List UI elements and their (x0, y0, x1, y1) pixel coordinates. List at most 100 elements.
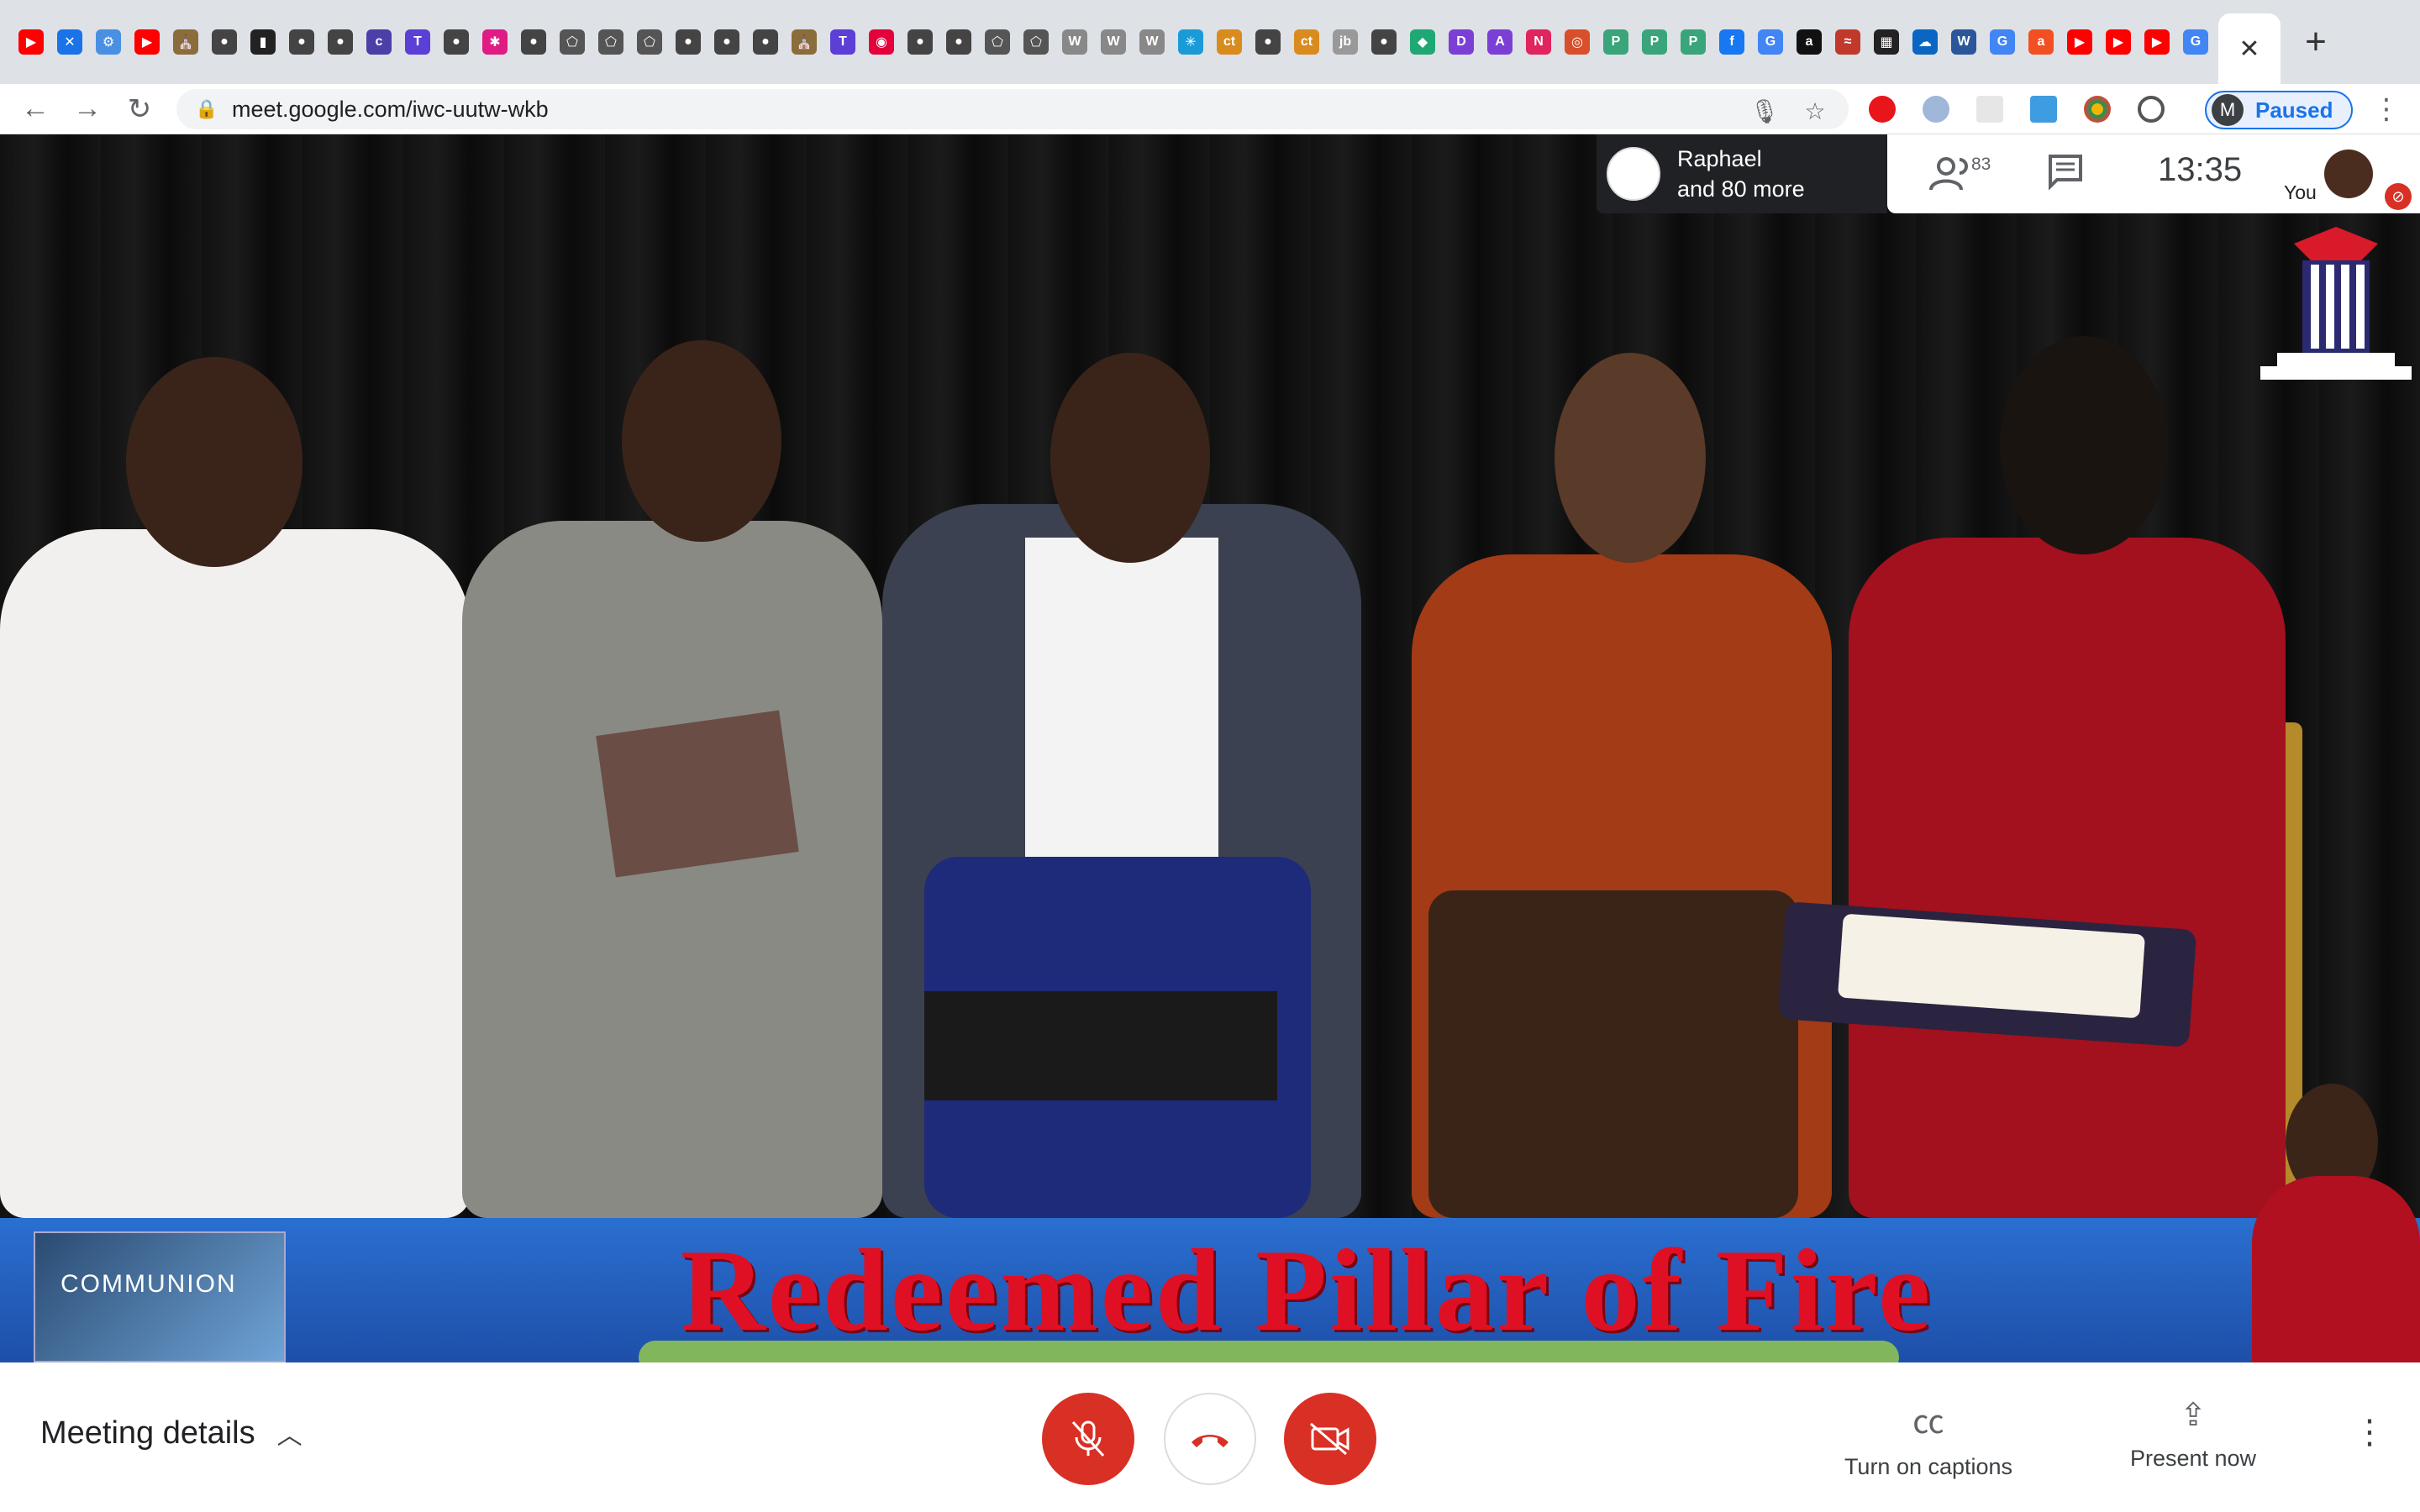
tab-favicon-icon[interactable]: P (1603, 29, 1628, 55)
close-tab-icon[interactable]: ✕ (2238, 34, 2260, 64)
tab-favicon-icon[interactable]: ▶ (2067, 29, 2092, 55)
meeting-details-button[interactable]: Meeting details ︿ (40, 1415, 302, 1452)
tab-favicon-icon[interactable]: W (1951, 29, 1976, 55)
tab-favicon-icon[interactable]: a (1797, 29, 1822, 55)
tab-favicon-icon[interactable]: A (1487, 29, 1512, 55)
tab-favicon-icon[interactable]: T (405, 29, 430, 55)
tab-favicon-icon[interactable]: ≈ (1835, 29, 1860, 55)
tab-favicon-icon[interactable]: ✕ (57, 29, 82, 55)
tab-favicon-icon[interactable]: ct (1294, 29, 1319, 55)
tab-favicon-icon[interactable]: ct (1217, 29, 1242, 55)
tab-favicon-icon[interactable]: ● (444, 29, 469, 55)
participant-more: and 80 more (1677, 176, 1805, 202)
extension-icon[interactable] (2030, 96, 2057, 123)
tab-favicon-icon[interactable]: ▶ (134, 29, 160, 55)
present-screen-icon: ⇪ (2180, 1398, 2207, 1433)
tab-favicon-icon[interactable]: P (1681, 29, 1706, 55)
tab-favicon-icon[interactable]: ◆ (1410, 29, 1435, 55)
tab-favicon-icon[interactable]: ✱ (482, 29, 508, 55)
address-bar[interactable]: 🔒 meet.google.com/iwc-uutw-wkb 🎙 ☆ (176, 89, 1849, 129)
shirt (1025, 538, 1218, 857)
sync-extension-icon[interactable] (2138, 96, 2165, 123)
people-button[interactable]: 83 (1929, 155, 1996, 197)
tab-favicon-icon[interactable]: P (1642, 29, 1667, 55)
tab-favicon-icon[interactable]: ⬠ (560, 29, 585, 55)
tab-favicon-icon[interactable]: jb (1333, 29, 1358, 55)
bookmark-star-icon[interactable]: ☆ (1798, 94, 1832, 128)
tab-favicon-icon[interactable]: f (1719, 29, 1744, 55)
chat-icon (2049, 155, 2082, 191)
tab-favicon-icon[interactable]: ● (946, 29, 971, 55)
tab-favicon-icon[interactable]: ● (212, 29, 237, 55)
tab-favicon-icon[interactable]: ◉ (869, 29, 894, 55)
microphone-icon[interactable]: 🎙 (1748, 94, 1781, 128)
tab-favicon-icon[interactable]: ● (676, 29, 701, 55)
speaker-cutout (2252, 1084, 2420, 1362)
present-label: Present now (2129, 1446, 2257, 1471)
tab-favicon-icon[interactable]: ▶ (2106, 29, 2131, 55)
tab-favicon-icon[interactable]: G (1758, 29, 1783, 55)
tab-favicon-icon[interactable]: ● (1371, 29, 1397, 55)
extension-icon[interactable] (1976, 96, 2003, 123)
captions-button[interactable]: ㏄ Turn on captions (1832, 1396, 2025, 1480)
stream-banner: COMMUNION Redeemed Pillar of Fire (0, 1218, 2420, 1362)
more-options-icon[interactable]: ⋮ (2353, 1413, 2386, 1452)
extension-icon[interactable] (1923, 96, 1949, 123)
color-picker-extension-icon[interactable] (2084, 96, 2111, 123)
tab-favicon-icon[interactable]: T (830, 29, 855, 55)
tab-favicon-icon[interactable]: ▶ (2144, 29, 2170, 55)
url-text[interactable]: meet.google.com/iwc-uutw-wkb (232, 97, 549, 123)
profile-button[interactable]: M Paused (2205, 91, 2353, 129)
reload-icon[interactable]: ↻ (123, 92, 156, 126)
tab-favicon-icon[interactable]: ⚙ (96, 29, 121, 55)
new-tab-button[interactable]: + (2294, 20, 2338, 64)
skirt (1428, 890, 1798, 1218)
tab-favicon-icon[interactable]: ⬠ (598, 29, 623, 55)
tab-favicon-icon[interactable]: ⬠ (637, 29, 662, 55)
mic-off-icon (1071, 1420, 1105, 1457)
tab-favicon-icon[interactable]: ⛪ (792, 29, 817, 55)
tab-favicon-icon[interactable]: ● (908, 29, 933, 55)
tab-favicon-icon[interactable]: ● (753, 29, 778, 55)
tab-favicon-icon[interactable]: N (1526, 29, 1551, 55)
tab-favicon-icon[interactable]: W (1062, 29, 1087, 55)
back-icon[interactable]: ← (18, 92, 52, 126)
tab-favicon-icon[interactable]: ● (1255, 29, 1281, 55)
chat-button[interactable] (2047, 153, 2089, 195)
leave-call-button[interactable] (1164, 1393, 1256, 1485)
tab-favicon-icon[interactable]: ▶ (18, 29, 44, 55)
tab-favicon-icon[interactable]: ⛪ (173, 29, 198, 55)
communion-label: COMMUNION (60, 1270, 237, 1298)
browser-menu-icon[interactable]: ⋮ (2370, 92, 2403, 126)
tab-favicon-icon[interactable]: ◎ (1565, 29, 1590, 55)
tab-favicon-icon[interactable]: W (1101, 29, 1126, 55)
tab-favicon-icon[interactable]: ● (328, 29, 353, 55)
tab-favicon-icon[interactable]: ☁ (1912, 29, 1938, 55)
tab-favicon-icon[interactable]: ● (289, 29, 314, 55)
forward-icon[interactable]: → (71, 92, 104, 126)
tab-favicon-icon[interactable]: ⬠ (1023, 29, 1049, 55)
active-tab[interactable]: ✕ (2218, 13, 2281, 84)
present-button[interactable]: ⇪ Present now (2109, 1396, 2277, 1472)
tab-favicon-icon[interactable]: c (366, 29, 392, 55)
tab-favicon-icon[interactable]: a (2028, 29, 2054, 55)
tab-favicon-icon[interactable]: D (1449, 29, 1474, 55)
tab-favicon-icon[interactable]: ▮ (250, 29, 276, 55)
tab-favicon-icon[interactable]: G (1990, 29, 2015, 55)
lock-icon: 🔒 (195, 98, 218, 119)
camera-toggle-button[interactable] (1284, 1393, 1376, 1485)
chevron-up-icon: ︿ (276, 1422, 302, 1450)
meet-controls-panel: 83 13:35 You ⊘ (1887, 134, 2420, 213)
tab-favicon-icon[interactable]: W (1139, 29, 1165, 55)
meet-bottom-bar: Meeting details ︿ ㏄ Turn on captions ⇪ P… (0, 1362, 2420, 1512)
tab-favicon-icon[interactable]: ● (521, 29, 546, 55)
adblock-extension-icon[interactable] (1869, 96, 1896, 123)
participant-summary[interactable]: Raphael and 80 more (1597, 134, 1887, 213)
tab-favicon-icon[interactable]: ▦ (1874, 29, 1899, 55)
tab-favicon-icon[interactable]: G (2183, 29, 2208, 55)
self-avatar[interactable] (2324, 150, 2373, 198)
tab-favicon-icon[interactable]: ✳ (1178, 29, 1203, 55)
tab-favicon-icon[interactable]: ⬠ (985, 29, 1010, 55)
microphone-toggle-button[interactable] (1042, 1393, 1134, 1485)
tab-favicon-icon[interactable]: ● (714, 29, 739, 55)
